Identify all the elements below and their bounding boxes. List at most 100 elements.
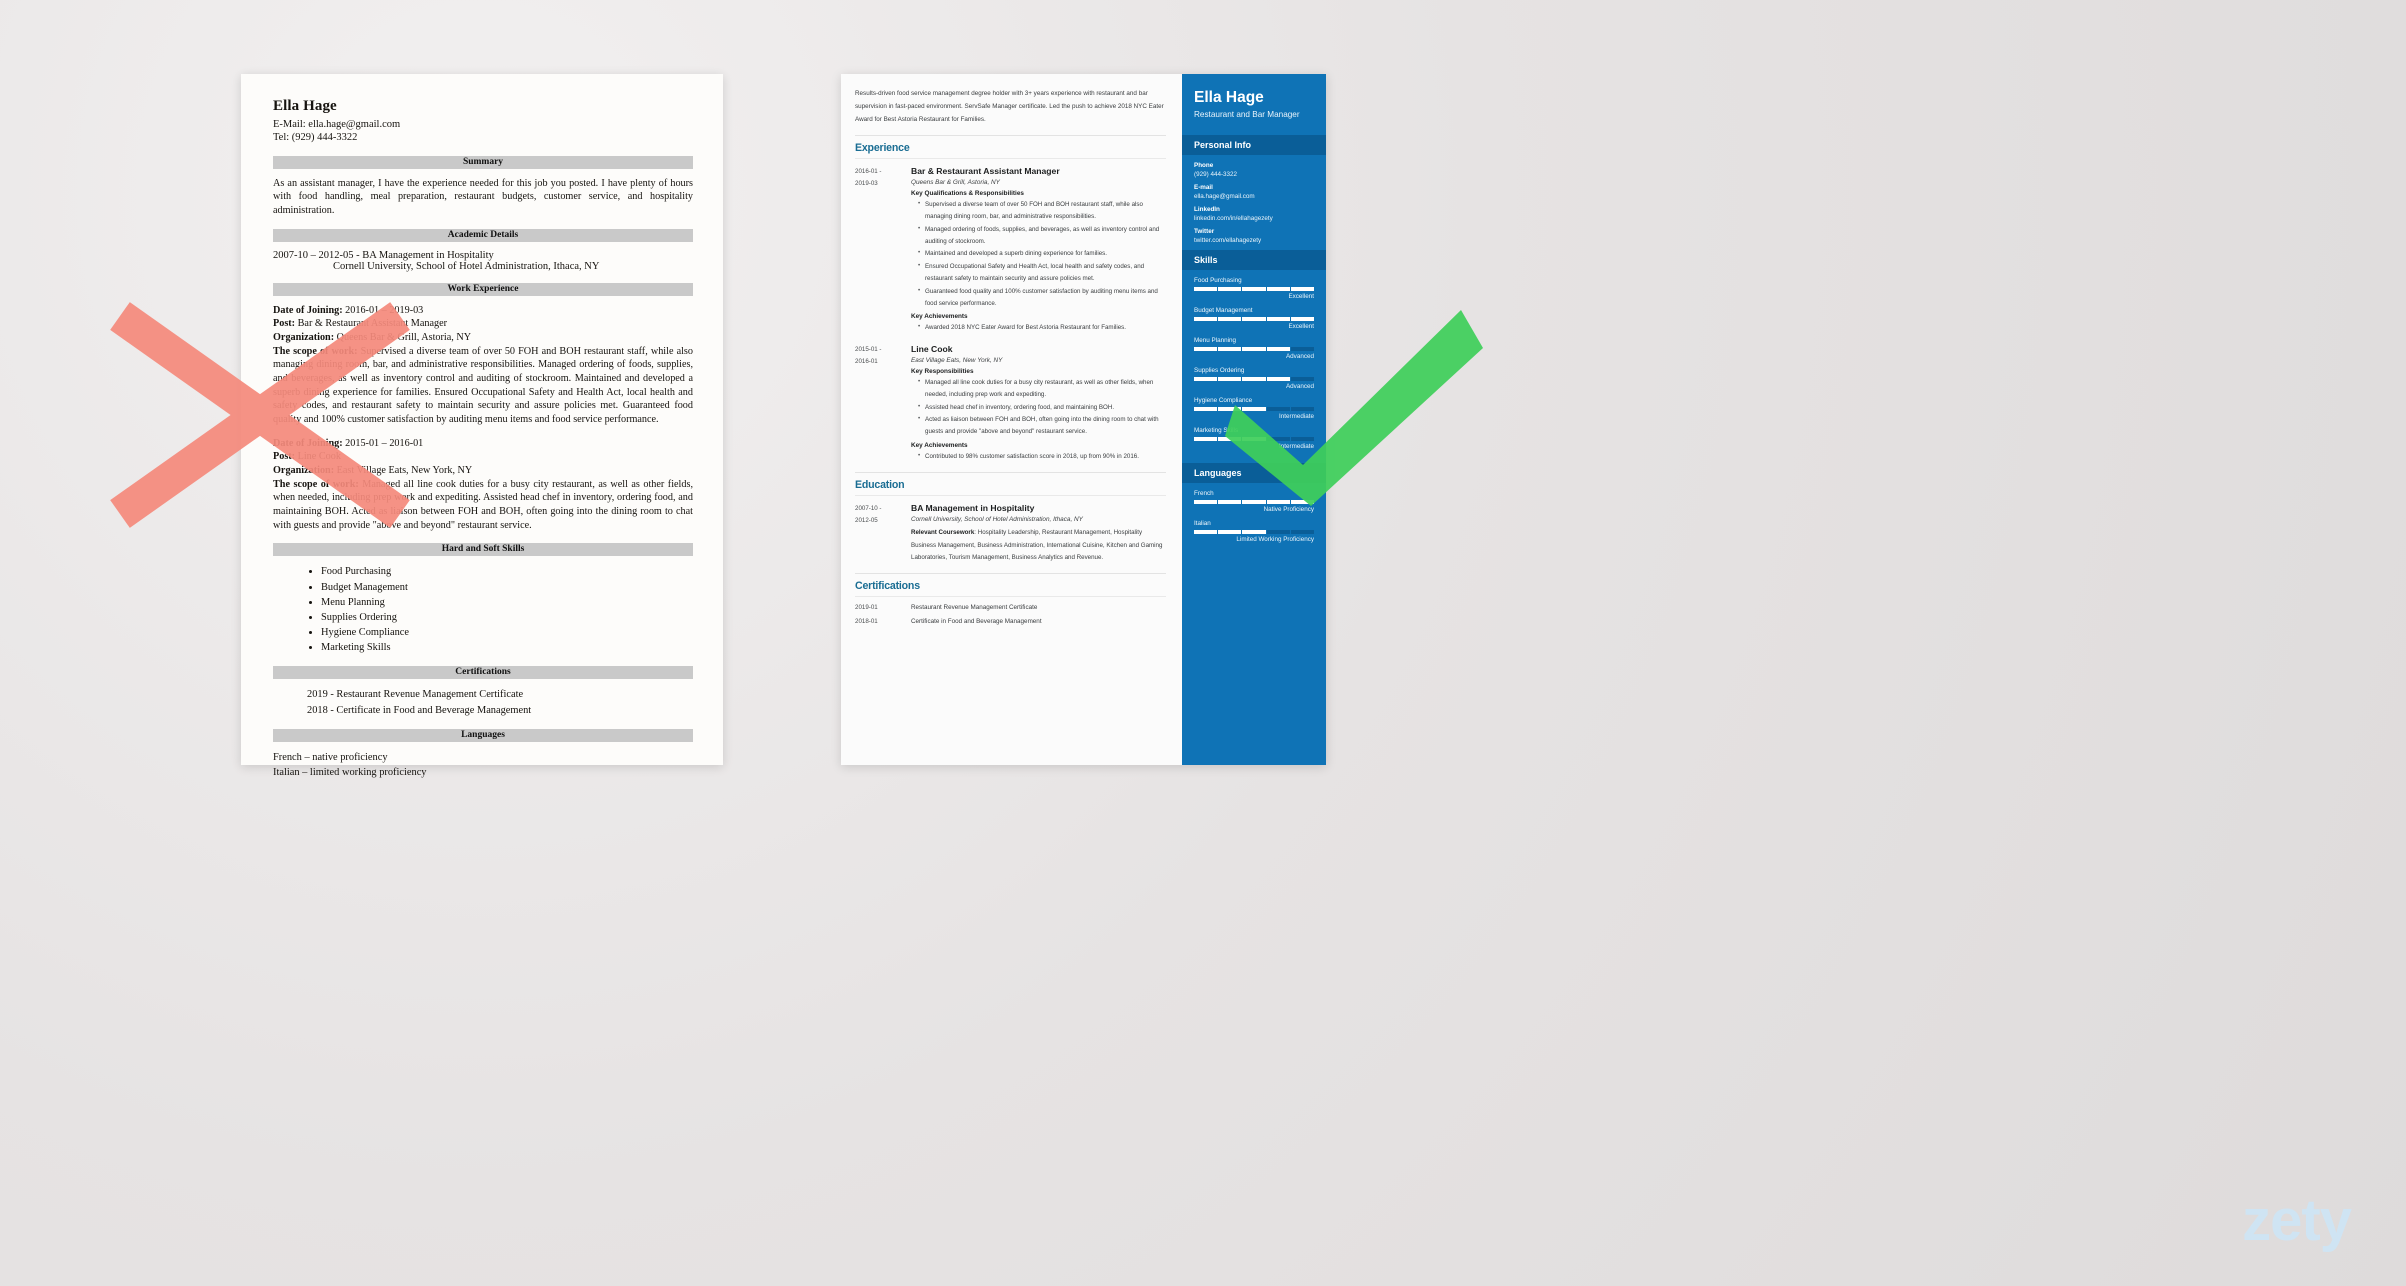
experience-entry-2-group1-list: Managed all line cook duties for a busy … <box>911 376 1166 439</box>
bad-job-1-scope-value: Supervised a diverse team of over 50 FOH… <box>273 345 693 425</box>
zety-wordmark: zety <box>2242 1188 2352 1253</box>
list-item: Food Purchasing <box>321 564 693 579</box>
bad-job-1-date-label: Date of Joining: <box>273 304 343 316</box>
skill-meter-ticks <box>1194 286 1314 291</box>
bad-job-2-post-label: Post: <box>273 451 296 463</box>
bad-section-heading-summary: Summary <box>273 155 693 169</box>
skill-meter-ticks <box>1194 346 1314 351</box>
good-section-heading-experience: Experience <box>855 134 1166 154</box>
experience-entry-1-group1-list: Supervised a diverse team of over 50 FOH… <box>911 198 1166 311</box>
skill-level: Excellent <box>1288 292 1314 300</box>
skill-meter <box>1194 436 1314 441</box>
language-item: French Native Proficiency <box>1194 490 1314 513</box>
bad-job-1-post-label: Post: <box>273 318 296 330</box>
skill-meter-ticks <box>1194 376 1314 381</box>
sidebar-field-label-twitter: Twitter <box>1194 227 1215 235</box>
experience-entry-1-group2-head: Key Achievements <box>911 313 968 321</box>
list-item: Managed ordering of foods, supplies, and… <box>918 223 1166 249</box>
bad-job-1-post-value: Bar & Restaurant Assistant Manager <box>295 318 448 330</box>
bad-job-1-date-value: 2016-01 – 2019-03 <box>342 304 424 316</box>
skill-name: Supplies Ordering <box>1194 366 1245 374</box>
skill-meter <box>1194 316 1314 321</box>
certification-row-1-date: 2019-01 <box>855 604 878 612</box>
good-section-heading-certifications: Certifications <box>855 573 1166 592</box>
experience-entry-2-title: Line Cook <box>911 343 953 354</box>
experience-entry-2-dates: 2015-01 - 2016-01 <box>855 345 882 365</box>
experience-entry-2-group2-head: Key Achievements <box>911 441 968 449</box>
good-summary-text: Results-driven food service management d… <box>855 90 1164 123</box>
bad-job-2-org-label: Organization: <box>273 464 335 476</box>
education-coursework-label: Relevant Coursework <box>911 529 975 537</box>
list-item: Menu Planning <box>321 595 693 610</box>
sidebar-personal-info-block: Phone (929) 444-3322 E-mail ella.hage@gm… <box>1182 155 1326 250</box>
certification-row-1: 2019-01 Restaurant Revenue Management Ce… <box>855 604 1166 611</box>
experience-entry-1: 2016-01 - 2019-03 Bar & Restaurant Assis… <box>855 166 1166 335</box>
skill-item: Budget Management Excellent <box>1194 307 1314 330</box>
bad-job-2-scope-label: The scope of work: <box>273 478 359 490</box>
bad-section-heading-academic: Academic Details <box>273 228 693 242</box>
list-item: French – native proficiency <box>273 751 388 763</box>
experience-entry-1-dates: 2016-01 - 2019-03 <box>855 167 882 187</box>
sidebar-field-value-linkedin[interactable]: linkedin.com/in/ellahagezety <box>1194 215 1314 222</box>
skill-item: Supplies Ordering Advanced <box>1194 367 1314 390</box>
skill-level: Excellent <box>1288 322 1314 330</box>
education-entry-1-title: BA Management in Hospitality <box>911 503 1035 514</box>
sidebar-field-value-email: ella.hage@gmail.com <box>1194 192 1255 200</box>
divider <box>855 596 1166 598</box>
good-resume-main-column: Results-driven food service management d… <box>841 74 1182 765</box>
bad-job-2-post-value: Line Cook <box>295 451 341 463</box>
bad-academic-line: 2007-10 – 2012-05 - BA Management in Hos… <box>273 249 494 261</box>
sidebar-field-label-linkedin: LinkedIn <box>1194 205 1220 213</box>
bad-job-1-org-label: Organization: <box>273 331 335 343</box>
experience-entry-2: 2015-01 - 2016-01 Line Cook East Village… <box>855 344 1166 463</box>
good-resume-document: Results-driven food service management d… <box>841 74 1326 765</box>
bad-section-heading-work: Work Experience <box>273 282 693 296</box>
bad-resume-document: Ella Hage E-Mail: ella.hage@gmail.com Te… <box>241 74 723 778</box>
list-item: Italian – limited working proficiency <box>273 767 427 778</box>
skill-item: Marketing Skills Intermediate <box>1194 427 1314 450</box>
list-item: Budget Management <box>321 580 693 595</box>
certification-row-2-date: 2018-01 <box>855 618 878 626</box>
skill-meter-ticks <box>1194 406 1314 411</box>
bad-academic-sub: Cornell University, School of Hotel Admi… <box>333 260 600 272</box>
skill-name: Menu Planning <box>1194 336 1237 344</box>
list-item: Marketing Skills <box>321 640 693 655</box>
list-item: Supplies Ordering <box>321 610 693 625</box>
experience-entry-2-group1-head: Key Responsibilities <box>911 367 974 375</box>
sidebar-field-label-phone: Phone <box>1194 161 1214 169</box>
divider <box>855 495 1166 497</box>
list-item: Contributed to 98% customer satisfaction… <box>918 450 1166 463</box>
list-item: Managed all line cook duties for a busy … <box>918 376 1166 402</box>
list-item: Acted as liaison between FOH and BOH, of… <box>918 413 1166 439</box>
skill-name: Food Purchasing <box>1194 276 1242 284</box>
experience-entry-1-org: Queens Bar & Grill, Astoria, NY <box>911 178 1000 186</box>
sidebar-role: Restaurant and Bar Manager <box>1194 110 1300 120</box>
education-entry-1: 2007-10 - 2012-05 BA Management in Hospi… <box>855 503 1166 564</box>
language-level: Limited Working Proficiency <box>1236 535 1314 543</box>
language-item: Italian Limited Working Proficiency <box>1194 520 1314 543</box>
skill-name: Budget Management <box>1194 306 1253 314</box>
bad-section-heading-languages: Languages <box>273 728 693 742</box>
skill-meter <box>1194 286 1314 291</box>
certification-row-2: 2018-01 Certificate in Food and Beverage… <box>855 618 1166 625</box>
list-item: Maintained and developed a superb dining… <box>918 247 1166 260</box>
experience-entry-1-group2-list: Awarded 2018 NYC Eater Award for Best As… <box>911 321 1166 334</box>
bad-resume-phone: Tel: (929) 444-3322 <box>273 132 358 144</box>
bad-job-1-scope-label: The scope of work: <box>273 345 358 357</box>
sidebar-field-value-twitter[interactable]: twitter.com/ellahagezety <box>1194 237 1314 244</box>
bad-job-2-org-value: East Village Eats, New York, NY <box>334 464 473 476</box>
bad-job-2-date-value: 2015-01 – 2016-01 <box>342 437 424 449</box>
list-item: Awarded 2018 NYC Eater Award for Best As… <box>918 321 1166 334</box>
bad-job-1-org-value: Queens Bar & Grill, Astoria, NY <box>334 331 472 343</box>
sidebar-name: Ella Hage <box>1194 89 1264 106</box>
sidebar-heading-languages: Languages <box>1182 462 1326 483</box>
skill-level: Advanced <box>1285 382 1314 390</box>
skill-item: Menu Planning Advanced <box>1194 337 1314 360</box>
bad-section-heading-skills: Hard and Soft Skills <box>273 543 693 557</box>
sidebar-field-value-phone: (929) 444-3322 <box>1194 170 1238 178</box>
list-item: Assisted head chef in inventory, orderin… <box>918 401 1166 414</box>
good-section-heading-education: Education <box>855 472 1166 491</box>
skill-meter-ticks <box>1194 316 1314 321</box>
skill-meter <box>1194 376 1314 381</box>
certification-row-2-text: Certificate in Food and Beverage Managem… <box>911 618 1042 626</box>
